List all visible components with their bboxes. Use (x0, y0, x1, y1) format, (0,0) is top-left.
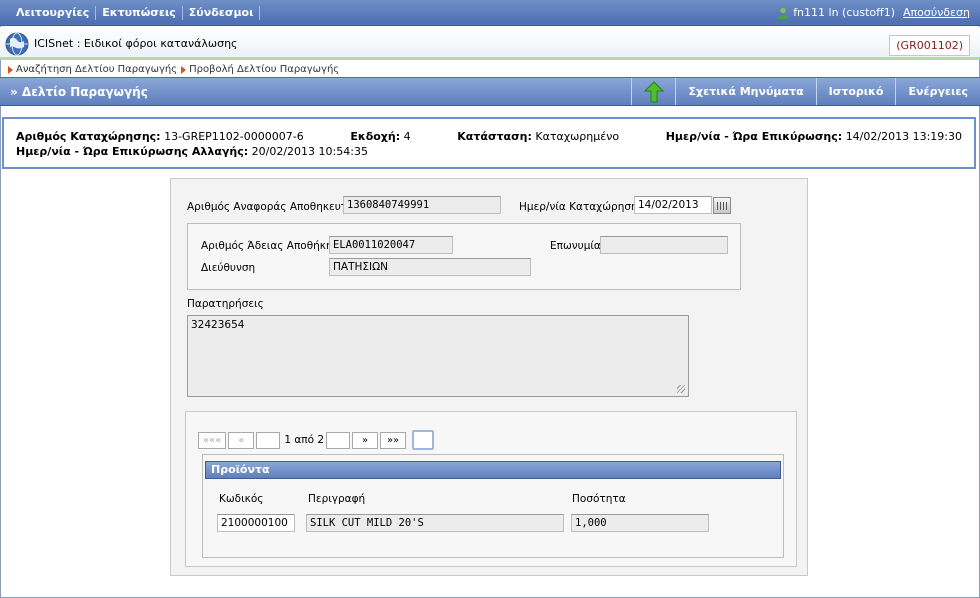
breadcrumb-item-view[interactable]: Προβολή Δελτίου Παραγωγής (189, 64, 339, 75)
breadcrumb-item-search[interactable]: Αναζήτηση Δελτίου Παραγωγής (16, 64, 177, 75)
menu-functions[interactable]: Λειτουργίες (10, 6, 97, 20)
registration-number-label: Αριθμός Καταχώρησης: (16, 130, 161, 143)
confirmation-date-label: Ημερ/νία - Ώρα Επικύρωσης: (665, 130, 843, 143)
breadcrumb: Αναζήτηση Δελτίου Παραγωγής Προβολή Δελτ… (8, 64, 343, 75)
calendar-icon[interactable] (713, 197, 731, 214)
user-area: fn111 ln (custoff1) Αποσύνδεση (777, 6, 970, 19)
notes-label: Παρατηρήσεις (187, 298, 264, 310)
up-arrow-icon (643, 80, 664, 102)
app-header: ICISnet : Ειδικοί φόροι κατανάλωσης (GR0… (0, 27, 980, 60)
page-title: » Δελτίο Παραγωγής (10, 85, 148, 99)
column-code: Κωδικός (219, 493, 264, 505)
title-actions: Σχετικά Μηνύματα Ιστορικό Ενέργειες (631, 78, 980, 105)
version-label: Εκδοχή: (350, 130, 401, 143)
breadcrumb-arrow-icon (8, 65, 13, 74)
previous-page-button[interactable]: « (228, 431, 255, 449)
menu-prints[interactable]: Εκτυπώσεις (96, 6, 183, 20)
version-value: 4 (403, 130, 411, 143)
page-indicator: 1 από 2 (284, 434, 325, 446)
up-arrow-button[interactable] (631, 78, 675, 105)
main-menu: Λειτουργίες Εκτυπώσεις Σύνδεσμοι (10, 6, 261, 20)
products-grid: Προϊόντα Κωδικός Περιγραφή Ποσότητα 2100… (202, 454, 784, 558)
next-page-button[interactable]: » (352, 431, 379, 449)
menu-links[interactable]: Σύνδεσμοι (183, 6, 261, 20)
office-code-badge: (GR001102) (889, 35, 970, 56)
logout-link[interactable]: Αποσύνδεση (903, 6, 970, 19)
reference-number-label: Αριθμός Αναφοράς Αποθηκευτή (187, 201, 354, 213)
notes-textarea[interactable]: 32423654 (187, 315, 689, 397)
top-menu-bar: Λειτουργίες Εκτυπώσεις Σύνδεσμοι fn111 l… (0, 0, 980, 26)
expand-view-icon[interactable] (412, 430, 435, 450)
form-panel: Αριθμός Αναφοράς Αποθηκευτή 136084074999… (170, 178, 808, 576)
globe-logo-icon (5, 32, 29, 56)
warehouse-license-field[interactable]: ELA0011020047 (329, 236, 453, 254)
pager-spacer-box (326, 431, 351, 449)
change-confirmation-date-value: 20/02/2013 10:54:35 (251, 145, 368, 158)
company-name-field[interactable] (600, 236, 728, 254)
user-name: fn111 ln (custoff1) (793, 6, 896, 19)
document-info-box: Αριθμός Καταχώρησης: 13-GREP1102-0000007… (2, 117, 976, 169)
reference-number-field[interactable]: 1360840749991 (343, 196, 501, 214)
column-quantity: Ποσότητα (572, 493, 626, 505)
actions-button[interactable]: Ενέργειες (895, 78, 980, 105)
notes-value: 32423654 (191, 319, 245, 331)
last-page-button[interactable]: »» (380, 431, 407, 449)
product-quantity-field[interactable]: 1,000 (571, 514, 709, 532)
registration-date-label: Ημερ/νία Καταχώρησης (519, 201, 644, 213)
related-messages-button[interactable]: Σχετικά Μηνύματα (675, 78, 815, 105)
products-section: ««« « 1 από 2 » »» Προϊόντα Κωδικός Περι… (185, 411, 797, 567)
registration-date-field[interactable]: 14/02/2013 (634, 196, 712, 214)
products-header: Προϊόντα (205, 461, 781, 479)
user-icon (778, 7, 789, 19)
pager: ««« « 1 από 2 » »» (198, 430, 435, 450)
warehouse-license-label: Αριθμός Άδειας Αποθήκης (201, 240, 339, 252)
product-description-field[interactable]: SILK CUT MILD 20'S (306, 514, 564, 532)
address-label: Διεύθυνση (201, 262, 256, 274)
company-name-label: Επωνυμία (550, 240, 601, 252)
product-code-field[interactable]: 2100000100 (217, 514, 295, 532)
registration-number-value: 13-GREP1102-0000007-6 (164, 130, 304, 143)
change-confirmation-date-label: Ημερ/νία - Ώρα Επικύρωσης Αλλαγής: (16, 145, 249, 158)
resize-grip-icon[interactable] (677, 385, 685, 393)
column-description: Περιγραφή (308, 493, 366, 505)
app-title: ICISnet : Ειδικοί φόροι κατανάλωσης (34, 37, 238, 50)
warehouse-section: Αριθμός Άδειας Αποθήκης ELA0011020047 Επ… (187, 223, 741, 290)
pager-spacer-box (256, 431, 281, 449)
breadcrumb-arrow-icon (181, 65, 187, 74)
page-title-bar: » Δελτίο Παραγωγής Σχετικά Μηνύματα Ιστο… (0, 77, 980, 106)
first-page-button[interactable]: ««« (198, 431, 227, 449)
status-value: Καταχωρημένο (535, 130, 620, 143)
confirmation-date-value: 14/02/2013 13:19:30 (845, 130, 962, 143)
address-field[interactable]: ΠΑΤΗΣΙΩΝ (329, 258, 531, 276)
history-button[interactable]: Ιστορικό (815, 78, 896, 105)
status-label: Κατάσταση: (457, 130, 532, 143)
